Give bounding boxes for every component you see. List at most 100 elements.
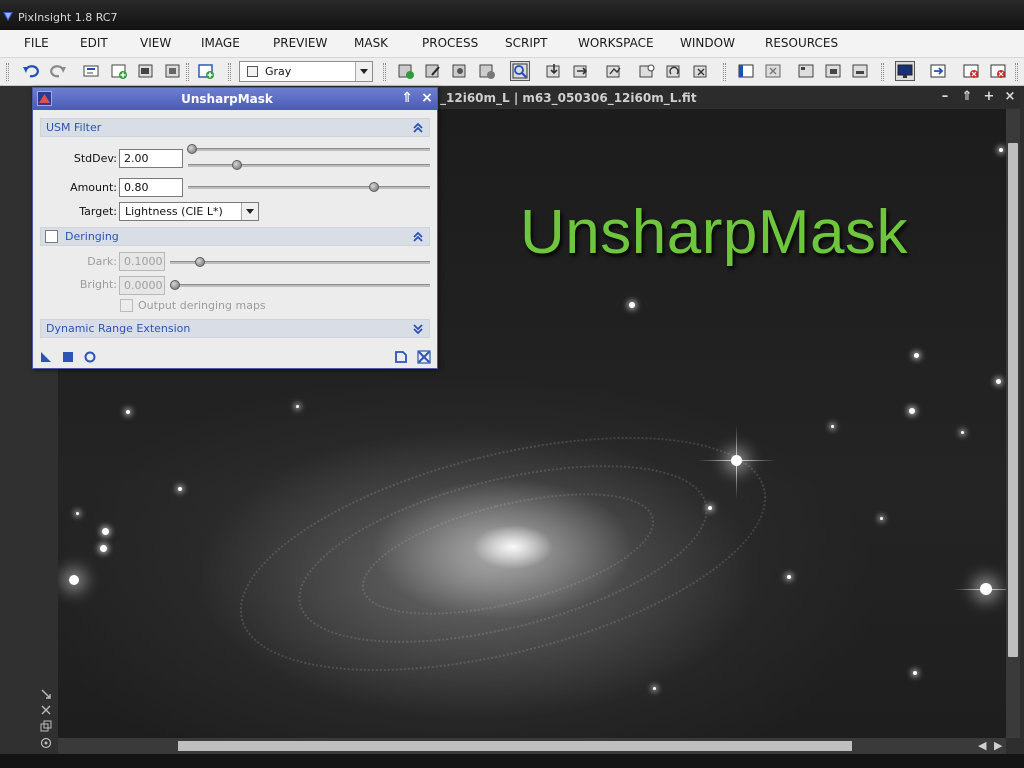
- windows-icon[interactable]: [40, 720, 52, 732]
- close-icon[interactable]: ×: [419, 90, 435, 106]
- target-icon[interactable]: [40, 737, 52, 749]
- dialog-titlebar[interactable]: UnsharpMask ⇑ ×: [33, 88, 437, 110]
- toolbar-grip[interactable]: [1015, 63, 1018, 81]
- toolbar-grip[interactable]: [228, 63, 231, 81]
- cascade-windows-icon[interactable]: [824, 62, 842, 80]
- deringing-section-header[interactable]: Deringing: [40, 227, 430, 246]
- remove-mask-icon[interactable]: [478, 62, 496, 80]
- amount-slider[interactable]: [188, 186, 430, 189]
- edit-mask-icon[interactable]: [424, 62, 442, 80]
- resize-arrow-icon[interactable]: [40, 688, 52, 700]
- menu-workspace[interactable]: WORKSPACE: [578, 36, 654, 50]
- chevron-down-icon[interactable]: [241, 203, 258, 220]
- dark-field[interactable]: 0.1000: [119, 252, 165, 271]
- dark-knob[interactable]: [195, 257, 205, 267]
- menu-process[interactable]: PROCESS: [422, 36, 478, 50]
- stddev-coarse-slider[interactable]: [188, 148, 430, 151]
- history-icon[interactable]: [82, 62, 100, 80]
- exit-icon[interactable]: [989, 62, 1007, 80]
- star: [909, 408, 915, 414]
- new-instance-icon[interactable]: [39, 350, 53, 364]
- bright-slider[interactable]: [170, 284, 430, 287]
- horizontal-scrollbar[interactable]: ◀ ▶: [58, 738, 1006, 754]
- redo-icon[interactable]: [49, 62, 67, 80]
- star: [100, 545, 107, 552]
- edit-instance-icon[interactable]: [394, 350, 408, 364]
- menu-resources[interactable]: RESOURCES: [765, 36, 838, 50]
- menu-bar: FILE EDIT VIEW IMAGE PREVIEW MASK PROCES…: [0, 30, 1024, 58]
- maximize-icon[interactable]: +: [982, 90, 996, 104]
- bright-knob[interactable]: [170, 280, 180, 290]
- close-image-icon[interactable]: [164, 62, 182, 80]
- bright-field[interactable]: 0.0000: [119, 276, 165, 295]
- toolbar-grip[interactable]: [186, 63, 189, 81]
- dark-slider[interactable]: [170, 261, 430, 264]
- output-deringing-maps-checkbox[interactable]: [120, 299, 133, 312]
- close-workspace-icon[interactable]: [962, 62, 980, 80]
- star-spike: [953, 589, 1006, 590]
- shade-icon[interactable]: ⇑: [960, 90, 974, 104]
- apply-global-icon[interactable]: [61, 350, 75, 364]
- reset-icon[interactable]: [417, 350, 431, 364]
- menu-file[interactable]: FILE: [24, 36, 49, 50]
- transfer-down-icon[interactable]: [545, 62, 563, 80]
- menu-script[interactable]: SCRIPT: [505, 36, 547, 50]
- undo-icon[interactable]: [22, 62, 40, 80]
- scroll-right-icon[interactable]: ▶: [994, 739, 1002, 752]
- toolbar-grip[interactable]: [723, 63, 726, 81]
- stf-auto-icon[interactable]: [638, 62, 656, 80]
- menu-window[interactable]: WINDOW: [680, 36, 735, 50]
- deringing-checkbox[interactable]: [45, 230, 58, 243]
- amount-knob[interactable]: [369, 182, 379, 192]
- new-mask-icon[interactable]: [397, 62, 415, 80]
- horizontal-scroll-thumb[interactable]: [178, 741, 852, 751]
- screen-transfer-icon[interactable]: [605, 62, 623, 80]
- close-all-icon[interactable]: [764, 62, 782, 80]
- toolbar-grip[interactable]: [6, 63, 9, 81]
- collapse-chevron-icon[interactable]: [413, 122, 423, 134]
- usm-filter-section-label: USM Filter: [46, 121, 102, 134]
- workspace-switch-icon[interactable]: [929, 62, 947, 80]
- stf-link-icon[interactable]: [665, 62, 683, 80]
- menu-edit[interactable]: EDIT: [80, 36, 108, 50]
- toolbar-grip[interactable]: [881, 63, 884, 81]
- explorer-icon[interactable]: [737, 62, 755, 80]
- real-time-preview-icon[interactable]: [83, 350, 97, 364]
- new-preview-icon[interactable]: [197, 62, 215, 80]
- vertical-scroll-thumb[interactable]: [1008, 143, 1018, 657]
- stf-reset-icon[interactable]: [692, 62, 710, 80]
- target-select[interactable]: Lightness (CIE L*): [119, 202, 259, 221]
- menu-view[interactable]: VIEW: [140, 36, 171, 50]
- menu-mask[interactable]: MASK: [354, 36, 388, 50]
- menu-image[interactable]: IMAGE: [201, 36, 240, 50]
- tile-windows-icon[interactable]: [797, 62, 815, 80]
- expand-chevron-icon[interactable]: [413, 323, 423, 335]
- new-image-icon[interactable]: [110, 62, 128, 80]
- color-space-value: Gray: [265, 65, 292, 78]
- vertical-scrollbar[interactable]: [1006, 109, 1020, 738]
- zoom-fit-icon[interactable]: [510, 61, 530, 81]
- stddev-field[interactable]: 2.00: [119, 149, 183, 168]
- color-space-select[interactable]: Gray: [239, 61, 373, 82]
- toolbar-grip[interactable]: [383, 63, 386, 81]
- usm-filter-section-header[interactable]: USM Filter: [40, 118, 430, 137]
- fit-view-icon[interactable]: [40, 704, 52, 716]
- chevron-down-icon[interactable]: [355, 62, 372, 81]
- transfer-in-icon[interactable]: [572, 62, 590, 80]
- menu-preview[interactable]: PREVIEW: [273, 36, 327, 50]
- shade-icon[interactable]: ⇑: [399, 90, 415, 106]
- collapse-chevron-icon[interactable]: [413, 231, 423, 243]
- scroll-left-icon[interactable]: ◀: [978, 739, 986, 752]
- minimize-windows-icon[interactable]: [851, 62, 869, 80]
- amount-field[interactable]: 0.80: [119, 178, 183, 197]
- duplicate-image-icon[interactable]: [137, 62, 155, 80]
- minimize-icon[interactable]: –: [938, 90, 952, 104]
- stddev-fine-slider[interactable]: [188, 164, 430, 167]
- stddev-coarse-knob[interactable]: [187, 144, 197, 154]
- monitor-icon[interactable]: [895, 61, 915, 81]
- star: [126, 410, 130, 414]
- stddev-fine-knob[interactable]: [232, 160, 242, 170]
- dre-section-header[interactable]: Dynamic Range Extension: [40, 319, 430, 338]
- show-mask-icon[interactable]: [451, 62, 469, 80]
- close-icon[interactable]: ×: [1003, 90, 1017, 104]
